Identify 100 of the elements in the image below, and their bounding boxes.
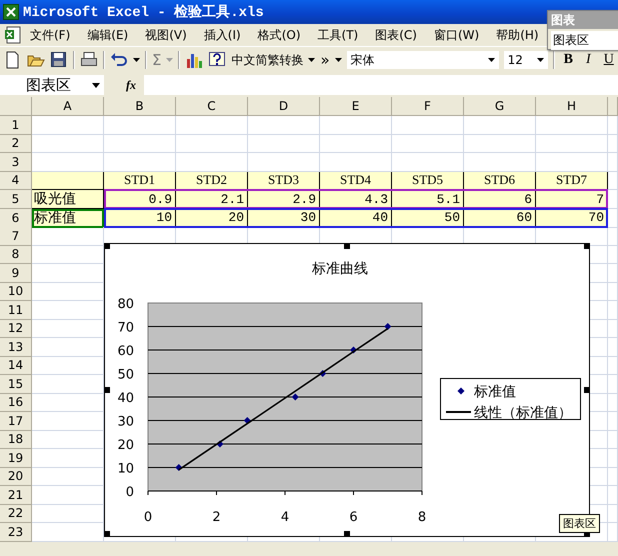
- table-cell: 吸光值: [32, 190, 104, 209]
- row-header[interactable]: 15: [0, 375, 32, 394]
- row-header[interactable]: 11: [0, 301, 32, 320]
- empty-cell: [608, 338, 618, 356]
- empty-cell: [608, 523, 618, 542]
- column-header[interactable]: B: [104, 97, 176, 116]
- chart-title: 标准曲线: [312, 261, 368, 277]
- row-header[interactable]: 9: [0, 264, 32, 282]
- empty-cell: [608, 449, 618, 468]
- caret-icon: [488, 58, 495, 62]
- row-header[interactable]: 7: [0, 227, 32, 246]
- menu-item[interactable]: 文件(F): [22, 26, 80, 44]
- row-header[interactable]: 19: [0, 449, 32, 468]
- format-button[interactable]: U: [600, 52, 618, 68]
- name-box[interactable]: 图表区: [0, 75, 104, 95]
- column-header[interactable]: F: [392, 97, 464, 116]
- empty-cell: [608, 301, 618, 320]
- axis-label: 0: [126, 485, 134, 500]
- menu-item[interactable]: 窗口(W): [426, 26, 488, 44]
- axis-label: 10: [117, 462, 134, 476]
- row-header[interactable]: 13: [0, 338, 32, 356]
- empty-cell: [608, 412, 618, 430]
- axis-label: 6: [349, 510, 358, 525]
- empty-cell: [608, 430, 618, 449]
- formula-field[interactable]: [144, 75, 618, 95]
- row-header[interactable]: 22: [0, 504, 32, 523]
- toolbar-button[interactable]: 中文简繁转换: [231, 52, 304, 68]
- chart-object-field[interactable]: 图表区: [551, 31, 618, 50]
- axis-label: 60: [117, 344, 134, 359]
- caret-icon[interactable]: [334, 58, 342, 62]
- toolbar-button[interactable]: »: [320, 51, 330, 69]
- spreadsheet-app-icon: [3, 4, 19, 20]
- column-header[interactable]: C: [176, 97, 248, 116]
- row-header[interactable]: 12: [0, 320, 32, 338]
- axis-label: 8: [418, 510, 426, 525]
- row-header[interactable]: 3: [0, 153, 32, 172]
- row-header[interactable]: 10: [0, 282, 32, 301]
- empty-cell: [608, 282, 618, 301]
- column-header[interactable]: H: [536, 97, 608, 116]
- empty-cell: [608, 468, 618, 486]
- empty-cell: [608, 208, 618, 228]
- empty-cell: [608, 375, 618, 394]
- empty-cell: [608, 504, 618, 523]
- document-icon: [4, 26, 22, 44]
- row-header[interactable]: 20: [0, 468, 32, 486]
- row-header[interactable]: 17: [0, 412, 32, 430]
- column-header[interactable]: D: [248, 97, 320, 116]
- selection-handle: [104, 243, 110, 249]
- row-header[interactable]: 16: [0, 394, 32, 412]
- window-title: Microsoft Excel - 检验工具.xls: [23, 3, 264, 21]
- help-icon[interactable]: [208, 51, 226, 69]
- legend-label: 线性（标准值）: [474, 405, 572, 421]
- printer-icon[interactable]: [80, 51, 98, 69]
- empty-cell: [608, 153, 618, 172]
- row-header[interactable]: 5: [0, 190, 32, 209]
- row-header[interactable]: 23: [0, 523, 32, 542]
- row-header[interactable]: 1: [0, 116, 32, 134]
- row-header[interactable]: 6: [0, 208, 32, 228]
- caret-icon: [92, 82, 100, 88]
- axis-label: 70: [117, 320, 134, 336]
- axis-label: 40: [117, 391, 134, 406]
- empty-cell: [608, 134, 618, 153]
- font-field[interactable]: 宋体: [346, 51, 499, 69]
- empty-cell: [608, 356, 618, 375]
- empty-cell: [608, 227, 618, 246]
- selection-handle: [344, 243, 350, 249]
- menu-item[interactable]: 帮助(H): [488, 26, 548, 44]
- menu-item[interactable]: 视图(V): [137, 26, 196, 44]
- caret-icon: [536, 58, 544, 62]
- empty-cell: [608, 172, 618, 190]
- format-button[interactable]: B: [560, 52, 578, 68]
- selection-handle: [344, 531, 350, 537]
- menu-item[interactable]: 格式(O): [250, 26, 310, 44]
- row-header[interactable]: 4: [0, 172, 32, 190]
- undo-icon[interactable]: [110, 51, 128, 69]
- menu-item[interactable]: 工具(T): [310, 26, 368, 44]
- caret-icon[interactable]: [308, 58, 316, 62]
- row-header[interactable]: 21: [0, 486, 32, 504]
- format-button[interactable]: I: [582, 52, 595, 68]
- menu-item[interactable]: 插入(I): [196, 26, 250, 44]
- font-size-field[interactable]: 12: [504, 51, 548, 69]
- function-button[interactable]: fx: [104, 78, 144, 92]
- row-header[interactable]: 18: [0, 430, 32, 449]
- row-header[interactable]: 2: [0, 134, 32, 153]
- selection-handle: [584, 243, 590, 249]
- column-header[interactable]: E: [320, 97, 392, 116]
- row-header[interactable]: 14: [0, 356, 32, 375]
- table-cell: 标准值: [32, 208, 104, 228]
- menu-item[interactable]: 图表(C): [367, 26, 426, 44]
- column-header[interactable]: A: [32, 97, 104, 116]
- axis-label: 0: [144, 510, 152, 525]
- selection-handle: [584, 387, 590, 393]
- caret-icon[interactable]: [133, 58, 140, 62]
- column-header[interactable]: G: [464, 97, 536, 116]
- empty-cell: [608, 320, 618, 338]
- row-header[interactable]: 8: [0, 246, 32, 264]
- empty-cell: [608, 486, 618, 504]
- tooltip: 图表区: [559, 514, 600, 533]
- menu-item[interactable]: 编辑(E): [79, 26, 138, 44]
- bar-chart-icon[interactable]: [185, 51, 204, 69]
